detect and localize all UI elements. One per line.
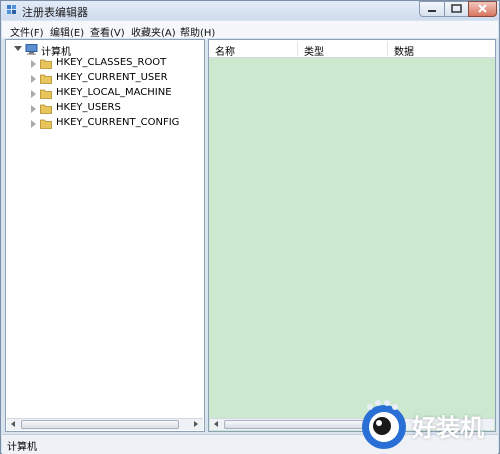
close-icon [478, 4, 487, 13]
menu-file[interactable]: 文件(F) [10, 24, 44, 39]
expand-arrow-icon[interactable] [31, 90, 36, 98]
tree-node-label: HKEY_LOCAL_MACHINE [56, 87, 172, 98]
tree-root-label: 计算机 [41, 43, 71, 58]
watermark-logo-icon [362, 400, 406, 449]
scroll-left-arrow-icon[interactable] [11, 421, 15, 427]
expand-arrow-icon[interactable] [31, 120, 36, 128]
tree-node-hkey-users[interactable]: HKEY_USERS [6, 102, 166, 116]
scrollbar-thumb[interactable] [224, 420, 374, 429]
menu-bar: 文件(F) 编辑(E) 查看(V) 收藏夹(A) 帮助(H) [2, 21, 498, 39]
tree-node-label: HKEY_CURRENT_USER [56, 72, 168, 83]
expand-arrow-icon[interactable] [31, 105, 36, 113]
folder-icon [40, 74, 52, 84]
tree-node-hkey-current-config[interactable]: HKEY_CURRENT_CONFIG [6, 117, 179, 131]
registry-tree-pane[interactable]: 计算机 HKEY_CLASSES_ROOT HKEY_CURRENT_USER … [5, 39, 205, 432]
registry-editor-app-icon [7, 5, 16, 14]
maximize-icon [451, 4, 462, 13]
menu-help[interactable]: 帮助(H) [180, 24, 215, 39]
menu-edit[interactable]: 编辑(E) [50, 24, 84, 39]
status-path: 计算机 [7, 442, 37, 453]
tree-node-label: HKEY_CURRENT_CONFIG [56, 117, 180, 128]
column-header-row: 名称 类型 数据 [209, 40, 495, 58]
menu-favorites[interactable]: 收藏夹(A) [131, 24, 176, 39]
expand-arrow-icon[interactable] [31, 75, 36, 83]
folder-icon [40, 59, 52, 69]
scrollbar-thumb[interactable] [21, 420, 179, 429]
tree-node-computer[interactable]: 计算机 [6, 43, 76, 58]
folder-icon [40, 119, 52, 129]
computer-icon [25, 44, 38, 55]
collapse-arrow-icon[interactable] [14, 46, 22, 51]
registry-values-pane[interactable]: 名称 类型 数据 [208, 39, 496, 432]
registry-editor-window: 注册表编辑器 文件(F) 编辑(E) 查看(V) 收藏夹(A) 帮助(H) 计算… [0, 0, 500, 454]
watermark: 好装机 [357, 396, 500, 454]
tree-node-label: HKEY_USERS [56, 102, 121, 113]
minimize-button[interactable] [419, 1, 445, 17]
watermark-text: 好装机 [412, 414, 484, 442]
column-header-name[interactable]: 名称 [215, 43, 235, 58]
tree-node-hkey-classes-root[interactable]: HKEY_CLASSES_ROOT [6, 57, 166, 71]
tree-node-hkey-local-machine[interactable]: HKEY_LOCAL_MACHINE [6, 87, 172, 101]
tree-node-label: HKEY_CLASSES_ROOT [56, 57, 167, 68]
column-divider[interactable] [297, 41, 298, 56]
scroll-right-arrow-icon[interactable] [194, 421, 198, 427]
folder-icon [40, 89, 52, 99]
folder-icon [40, 104, 52, 114]
column-header-type[interactable]: 类型 [304, 43, 324, 58]
column-divider[interactable] [387, 41, 388, 56]
expand-arrow-icon[interactable] [31, 60, 36, 68]
tree-horizontal-scrollbar[interactable] [7, 418, 203, 430]
title-bar[interactable]: 注册表编辑器 [1, 1, 499, 20]
scroll-left-arrow-icon[interactable] [214, 421, 218, 427]
column-header-data[interactable]: 数据 [394, 43, 414, 58]
maximize-button[interactable] [444, 1, 469, 17]
window-title: 注册表编辑器 [22, 6, 88, 19]
tree-node-hkey-current-user[interactable]: HKEY_CURRENT_USER [6, 72, 168, 86]
close-button[interactable] [468, 1, 497, 17]
minimize-icon [428, 10, 436, 12]
menu-view[interactable]: 查看(V) [90, 24, 125, 39]
